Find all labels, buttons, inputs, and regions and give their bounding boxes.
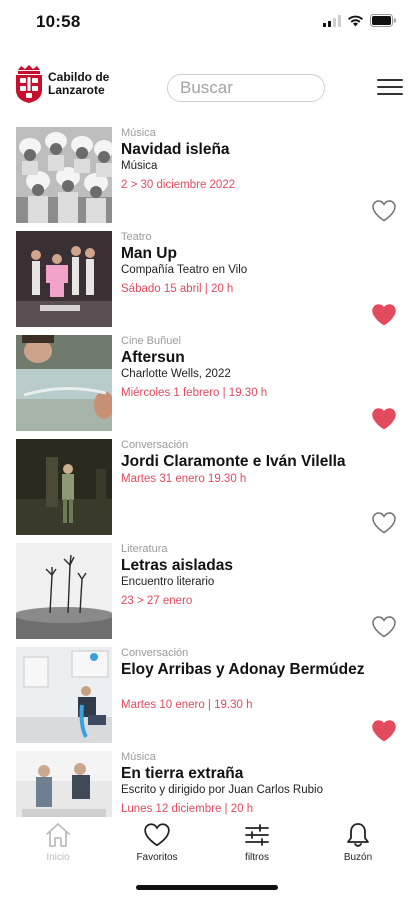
event-image-conversation	[16, 439, 112, 535]
event-category: Literatura	[121, 543, 168, 555]
event-image-choir	[16, 127, 112, 223]
event-date: 2 > 30 diciembre 2022	[121, 179, 236, 191]
favorite-button[interactable]	[371, 615, 397, 639]
tab-filtros[interactable]: filtros	[217, 821, 297, 863]
event-title: Man Up	[121, 245, 177, 262]
tab-inicio[interactable]: Inicio	[18, 821, 98, 863]
event-list: Música Navidad isleña Música 2 > 30 dici…	[0, 127, 415, 817]
heart-filled-icon	[372, 304, 396, 326]
event-category: Conversación	[121, 647, 189, 659]
event-title: Eloy Arribas y Adonay Bermúdez	[121, 661, 365, 678]
status-time: 10:58	[36, 12, 81, 31]
heart-icon	[144, 823, 170, 847]
cabildo-logo[interactable]: Cabildo de Lanzarote	[14, 64, 109, 104]
event-title: Jordi Claramonte e Iván Vilella	[121, 453, 346, 470]
menu-line	[377, 79, 403, 81]
home-icon	[46, 823, 70, 847]
event-title: En tierra extraña	[121, 765, 244, 782]
logo-line-2: Lanzarote	[48, 83, 105, 97]
home-indicator	[136, 885, 278, 890]
event-item[interactable]: Teatro Man Up Compañía Teatro en Vilo Sá…	[0, 231, 415, 335]
heart-outline-icon	[372, 512, 396, 534]
signal-icon	[323, 14, 341, 27]
event-subtitle: Escrito y dirigido por Juan Carlos Rubio	[121, 784, 323, 796]
event-date: Lunes 12 diciembre | 20 h	[121, 803, 254, 815]
favorite-button[interactable]	[371, 407, 397, 431]
event-item[interactable]: Conversación Jordi Claramonte e Iván Vil…	[0, 439, 415, 543]
event-subtitle: Encuentro literario	[121, 576, 215, 588]
tab-label: Inicio	[46, 852, 70, 863]
event-image-gallery	[16, 647, 112, 743]
event-date: Martes 31 enero 19.30 h	[121, 473, 247, 485]
status-bar: 10:58	[0, 0, 415, 44]
event-image-theatre	[16, 231, 112, 327]
event-date: 23 > 27 enero	[121, 595, 193, 607]
event-title: Aftersun	[121, 349, 185, 366]
favorite-button[interactable]	[371, 719, 397, 743]
tab-label: Buzón	[343, 852, 373, 863]
tab-label: Favoritos	[136, 852, 178, 863]
battery-icon	[370, 14, 396, 27]
event-category: Música	[121, 127, 156, 139]
tab-favoritos[interactable]: Favoritos	[117, 821, 197, 863]
event-image-landscape	[16, 543, 112, 639]
tab-label: filtros	[245, 852, 269, 863]
favorite-button[interactable]	[371, 303, 397, 327]
menu-line	[377, 93, 403, 95]
menu-line	[377, 86, 403, 88]
event-item[interactable]: Conversación Eloy Arribas y Adonay Bermú…	[0, 647, 415, 751]
heart-outline-icon	[372, 616, 396, 638]
event-title: Letras aisladas	[121, 557, 234, 574]
event-image-film	[16, 335, 112, 431]
search-input[interactable]	[167, 74, 325, 102]
event-category: Música	[121, 751, 156, 763]
event-category: Teatro	[121, 231, 152, 243]
event-image-stage	[16, 751, 112, 817]
heart-filled-icon	[372, 408, 396, 430]
event-item[interactable]: Música Navidad isleña Música 2 > 30 dici…	[0, 127, 415, 231]
event-category: Cine Buñuel	[121, 335, 181, 347]
favorite-button[interactable]	[371, 199, 397, 223]
heart-filled-icon	[372, 720, 396, 742]
app-header: Cabildo de Lanzarote	[0, 58, 415, 120]
event-date: Martes 10 enero | 19.30 h	[121, 699, 253, 711]
sliders-icon	[245, 824, 269, 846]
event-date: Miércoles 1 febrero | 19.30 h	[121, 387, 268, 399]
wifi-icon	[348, 15, 363, 26]
tab-buzon[interactable]: Buzón	[318, 821, 398, 863]
event-title: Navidad isleña	[121, 141, 230, 158]
heart-outline-icon	[372, 200, 396, 222]
event-subtitle: Música	[121, 160, 158, 172]
hamburger-menu-button[interactable]	[377, 77, 403, 97]
event-subtitle: Compañía Teatro en Vilo	[121, 264, 248, 276]
coat-of-arms-icon	[16, 65, 42, 103]
logo-text: Cabildo de Lanzarote	[48, 71, 109, 97]
event-item[interactable]: Cine Buñuel Aftersun Charlotte Wells, 20…	[0, 335, 415, 439]
status-icons	[323, 14, 397, 27]
event-category: Conversación	[121, 439, 189, 451]
event-subtitle: Charlotte Wells, 2022	[121, 368, 231, 380]
favorite-button[interactable]	[371, 511, 397, 535]
event-item[interactable]: Literatura Letras aisladas Encuentro lit…	[0, 543, 415, 647]
bell-icon	[347, 823, 369, 847]
event-item[interactable]: Música En tierra extraña Escrito y dirig…	[0, 751, 415, 817]
event-date: Sábado 15 abril | 20 h	[121, 283, 234, 295]
